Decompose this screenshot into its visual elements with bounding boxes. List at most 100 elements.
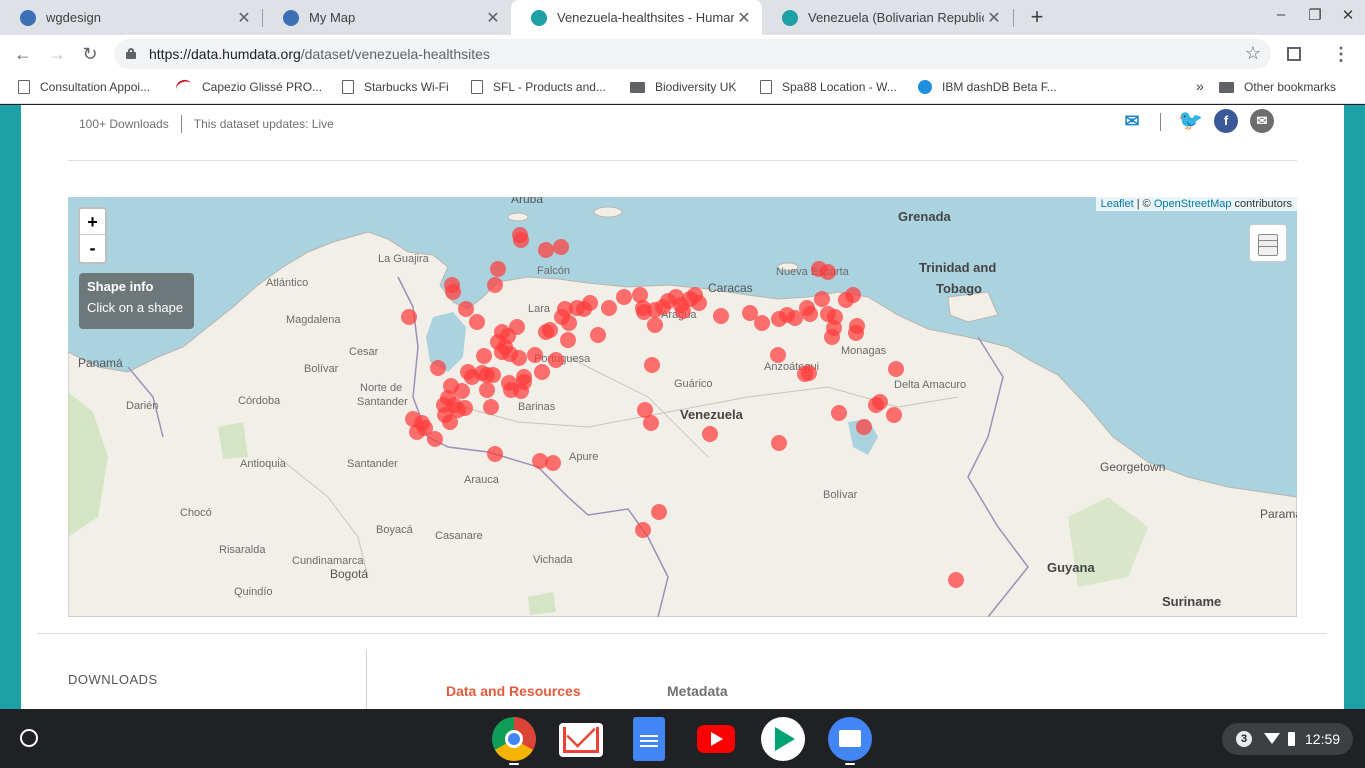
health-site-marker[interactable] [754,315,770,331]
gmail-icon[interactable] [559,718,603,757]
bookmark-star-icon[interactable]: ☆ [1245,43,1261,64]
youtube-icon[interactable] [697,725,735,753]
health-site-marker[interactable] [490,334,506,350]
health-site-marker[interactable] [799,300,815,316]
health-site-marker[interactable] [948,572,964,588]
qr-code-icon[interactable] [1287,47,1301,61]
bookmark-item[interactable]: Biodiversity UK [630,80,736,94]
health-site-marker[interactable] [644,357,660,373]
openstreetmap-link[interactable]: OpenStreetMap [1154,198,1232,210]
layers-control[interactable] [1249,224,1287,262]
health-site-marker[interactable] [616,289,632,305]
reload-button[interactable]: ↻ [77,41,103,67]
health-site-marker[interactable] [516,369,532,385]
health-site-marker[interactable] [445,284,461,300]
health-site-marker[interactable] [538,242,554,258]
health-site-marker[interactable] [814,291,830,307]
healthsites-map[interactable]: Aruba Grenada Trinidad and Tobago La Guajira… [68,197,1297,617]
restore-button[interactable]: ❐ [1300,6,1330,28]
back-button[interactable]: ← [10,41,36,67]
twitter-icon[interactable]: 🐦 [1178,109,1203,133]
tab-venezuela-healthsites[interactable]: Venezuela-healthsites - Humanit ✕ [511,0,762,35]
facebook-icon[interactable]: f [1214,109,1238,133]
health-site-marker[interactable] [554,309,570,325]
health-site-marker[interactable] [590,327,606,343]
health-site-marker[interactable] [548,352,564,368]
bookmark-item[interactable]: Capezio Glissé PRO... [174,77,322,97]
other-bookmarks[interactable]: Other bookmarks [1219,80,1336,94]
bookmarks-overflow-button[interactable]: » [1196,78,1204,94]
health-site-marker[interactable] [713,308,729,324]
health-site-marker[interactable] [487,277,503,293]
health-site-marker[interactable] [845,287,861,303]
health-site-marker[interactable] [538,324,554,340]
health-site-marker[interactable] [454,383,470,399]
close-icon[interactable]: ✕ [734,8,754,28]
health-site-marker[interactable] [553,239,569,255]
health-site-marker[interactable] [886,407,902,423]
health-site-marker[interactable] [479,382,495,398]
health-site-marker[interactable] [691,295,707,311]
health-site-marker[interactable] [487,446,503,462]
health-site-marker[interactable] [660,293,676,309]
bookmark-item[interactable]: Consultation Appoi... [18,80,150,94]
chrome-icon[interactable] [492,717,536,761]
play-store-icon[interactable] [761,717,805,761]
health-site-marker[interactable] [771,435,787,451]
health-site-marker[interactable] [888,361,904,377]
health-site-marker[interactable] [474,365,490,381]
health-site-marker[interactable] [450,402,466,418]
health-site-marker[interactable] [569,300,585,316]
health-site-marker[interactable] [675,303,691,319]
health-site-marker[interactable] [501,375,517,391]
health-site-marker[interactable] [427,431,443,447]
health-site-marker[interactable] [401,309,417,325]
leaflet-link[interactable]: Leaflet [1101,198,1134,210]
health-site-marker[interactable] [458,301,474,317]
bookmark-item[interactable]: Spa88 Location - W... [760,80,897,94]
minimize-button[interactable]: – [1266,6,1296,28]
email-share-icon[interactable]: ✉ [1250,109,1274,133]
health-site-marker[interactable] [490,261,506,277]
health-site-marker[interactable] [647,317,663,333]
health-site-marker[interactable] [702,426,718,442]
health-site-marker[interactable] [651,504,667,520]
health-site-marker[interactable] [868,397,884,413]
close-icon[interactable]: ✕ [234,8,254,28]
new-tab-button[interactable]: + [1024,4,1050,30]
health-site-marker[interactable] [636,304,652,320]
health-site-marker[interactable] [502,346,518,362]
zoom-out-button[interactable]: - [80,235,105,261]
forward-button[interactable]: → [44,41,70,67]
tab-data-and-resources[interactable]: Data and Resources [446,683,581,699]
health-site-marker[interactable] [534,364,550,380]
address-bar[interactable]: https://data.humdata.org/dataset/venezue… [114,39,1271,69]
health-site-marker[interactable] [770,347,786,363]
tab-my-map[interactable]: My Map ✕ [263,0,511,35]
health-site-marker[interactable] [643,415,659,431]
health-site-marker[interactable] [545,455,561,471]
close-window-button[interactable]: ✕ [1333,6,1363,28]
tab-venezuela-republic[interactable]: Venezuela (Bolivarian Republic o ✕ [762,0,1012,35]
zoom-in-button[interactable]: + [80,209,105,235]
health-site-marker[interactable] [469,314,485,330]
docs-icon[interactable] [633,717,665,761]
tab-metadata[interactable]: Metadata [667,683,728,699]
health-site-marker[interactable] [513,232,529,248]
health-site-marker[interactable] [856,419,872,435]
launcher-button[interactable] [20,729,38,747]
close-icon[interactable]: ✕ [984,8,1004,28]
status-tray[interactable]: 3 12:59 [1222,723,1353,755]
health-site-marker[interactable] [601,300,617,316]
health-site-marker[interactable] [820,264,836,280]
bookmark-item[interactable]: SFL - Products and... [471,80,606,94]
bookmark-item[interactable]: Starbucks Wi-Fi [342,80,449,94]
health-site-marker[interactable] [560,332,576,348]
files-icon[interactable] [828,717,872,761]
health-site-marker[interactable] [483,399,499,415]
health-site-marker[interactable] [635,522,651,538]
health-site-marker[interactable] [430,360,446,376]
health-site-marker[interactable] [848,325,864,341]
health-site-marker[interactable] [527,347,543,363]
bookmark-item[interactable]: IBM dashDB Beta F... [918,80,1057,94]
